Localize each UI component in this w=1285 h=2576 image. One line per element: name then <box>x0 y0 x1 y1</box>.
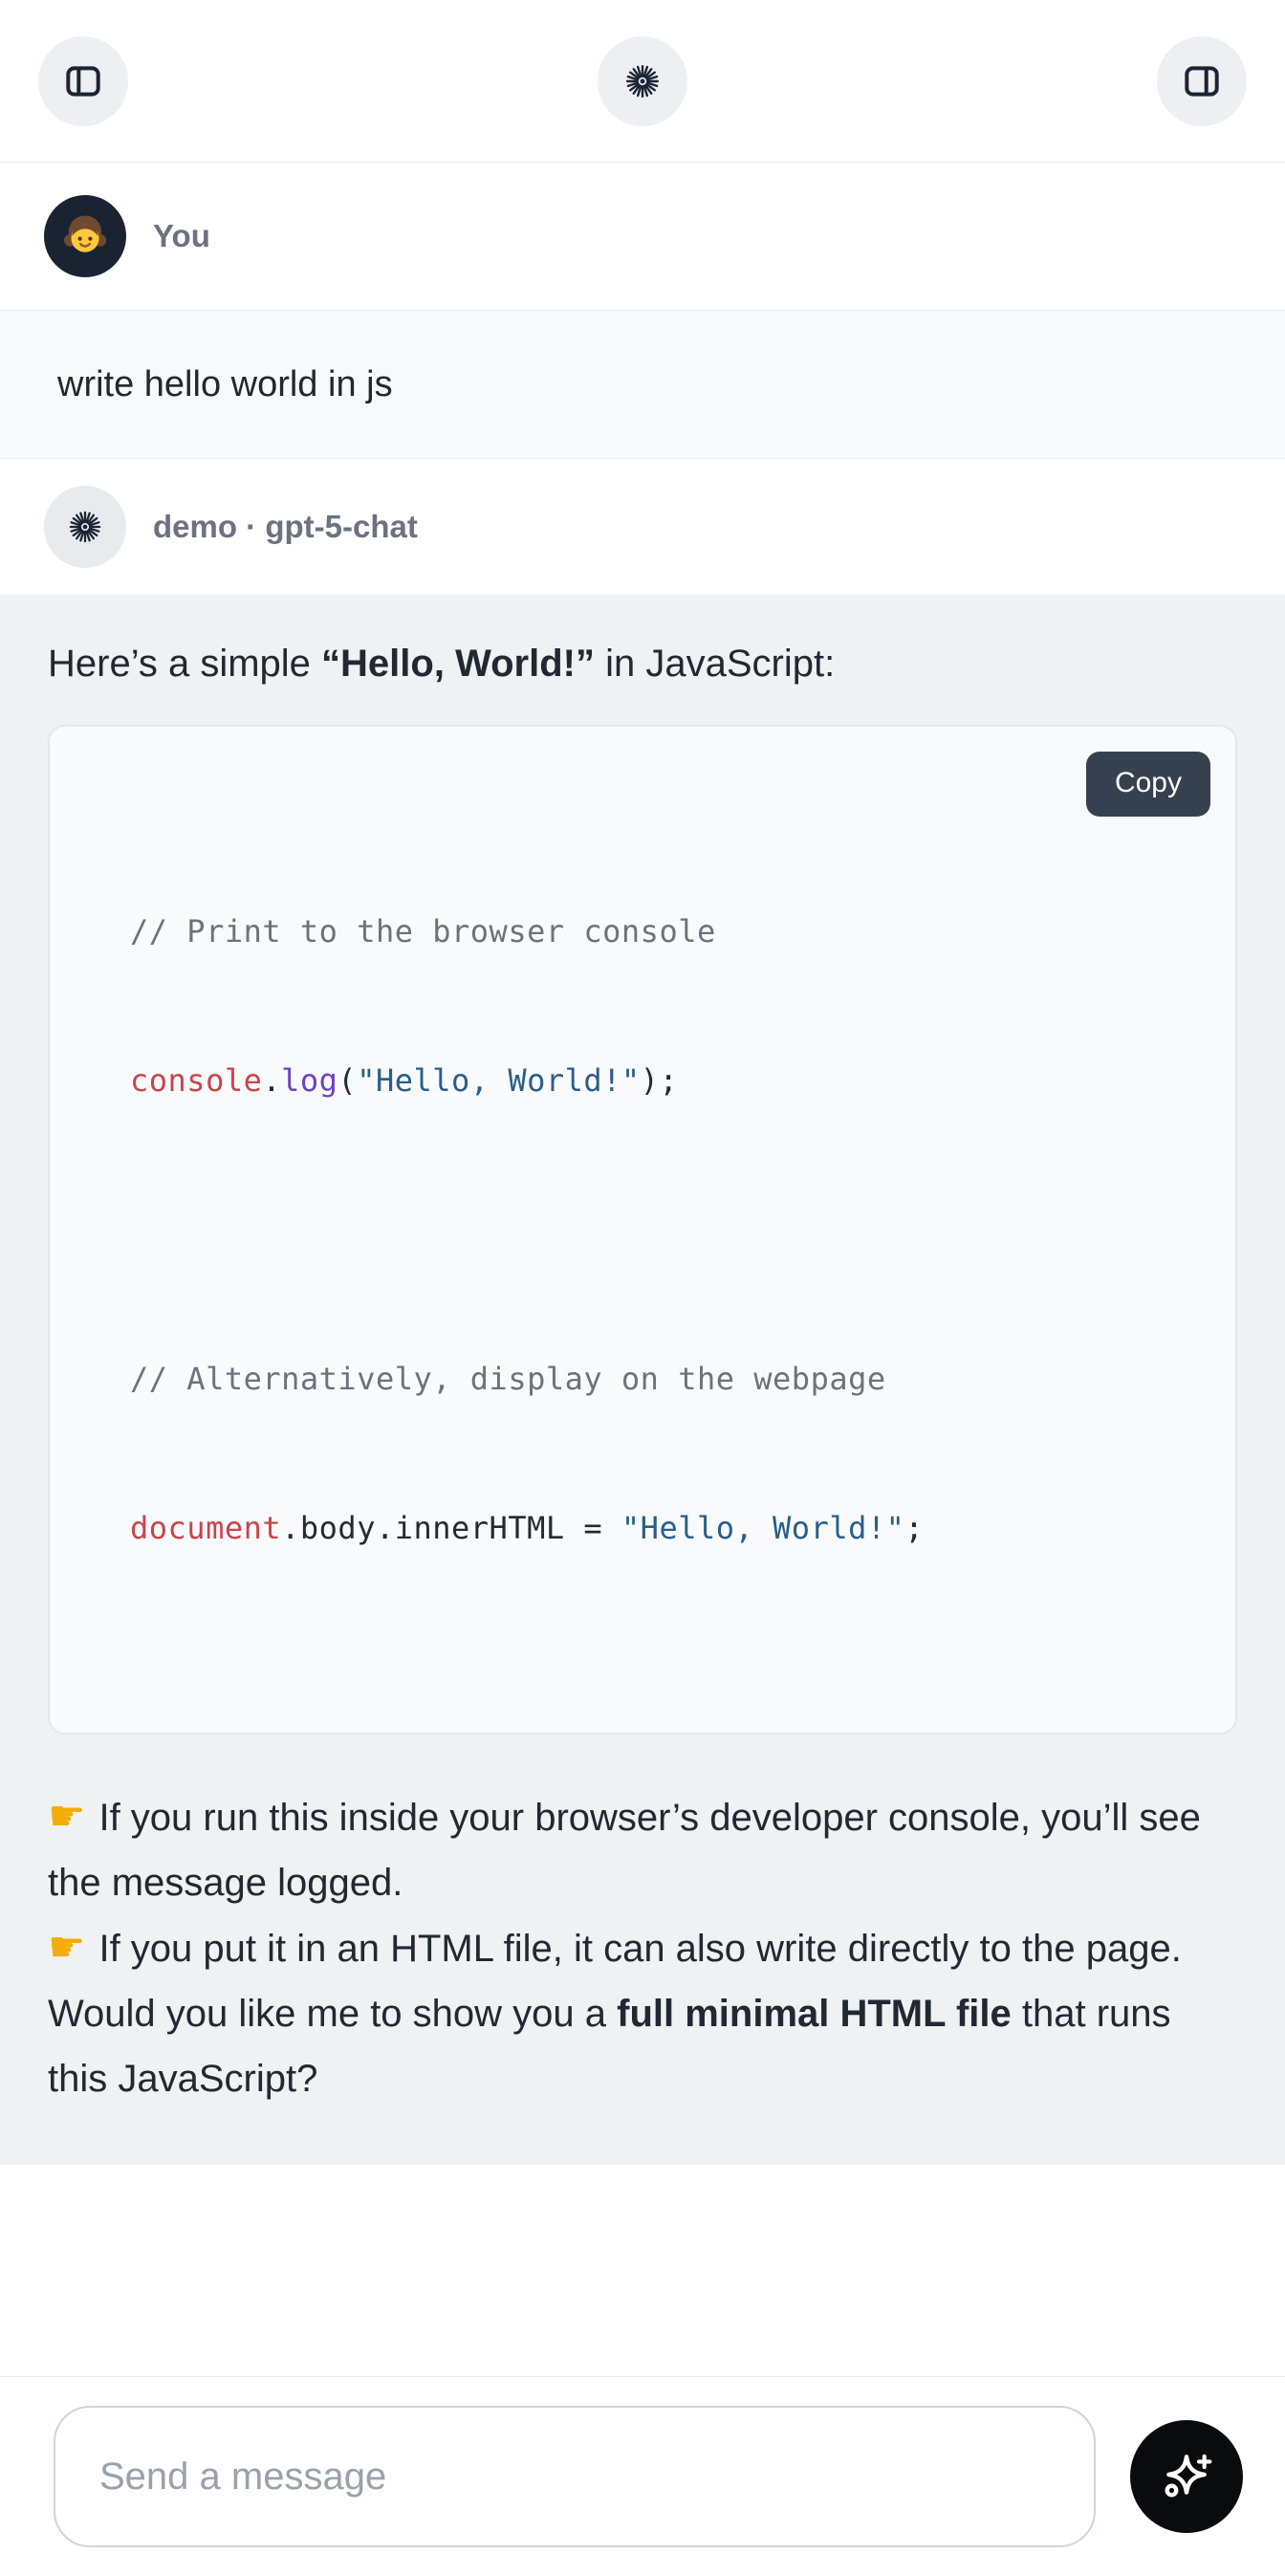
code-token: ; <box>904 1510 924 1546</box>
tip-text: If you run this inside your browser’s de… <box>48 1797 1201 1904</box>
code-token: console <box>130 1062 262 1099</box>
empty-chat-space <box>0 2165 1285 2376</box>
copy-button[interactable]: Copy <box>1086 752 1210 817</box>
panel-left-icon <box>61 59 105 103</box>
code-line: // Alternatively, display on the webpage <box>130 1354 1197 1404</box>
code-line-blank <box>130 1205 1197 1255</box>
code-token: "Hello, World!" <box>621 1510 904 1546</box>
pointing-right-icon: ☛ <box>48 1792 85 1841</box>
user-sender-label: You <box>153 218 210 254</box>
sparkle-icon <box>1159 2449 1214 2504</box>
code-token: ( <box>338 1062 357 1099</box>
code-block: Copy // Print to the browser console con… <box>48 725 1237 1735</box>
code-line: console.log("Hello, World!"); <box>130 1056 1197 1105</box>
intro-bold: “Hello, World!” <box>321 643 595 685</box>
starburst-icon <box>64 506 106 548</box>
assistant-turn-header: demo · gpt-5-chat <box>0 459 1285 595</box>
user-turn-header: You <box>0 163 1285 310</box>
code-token: ); <box>641 1062 679 1099</box>
code-token: .body.innerHTML = <box>281 1510 621 1546</box>
sidebar-left-button[interactable] <box>38 36 128 126</box>
tips-paragraph: ☛If you run this inside your browser’s d… <box>48 1784 1237 1981</box>
user-avatar <box>44 195 126 277</box>
user-message-text: write hello world in js <box>57 364 393 404</box>
closing-prefix: Would you like me to show you a <box>48 1993 617 2035</box>
code-comment: // Alternatively, display on the webpage <box>130 1361 886 1397</box>
send-button[interactable] <box>1130 2420 1243 2533</box>
closing-paragraph: Would you like me to show you a full min… <box>48 1981 1237 2111</box>
person-emoji-icon <box>58 209 112 263</box>
brand-button[interactable] <box>598 36 687 126</box>
composer-bar <box>0 2376 1285 2576</box>
code-content: // Print to the browser console console.… <box>130 807 1197 1652</box>
code-token: "Hello, World!" <box>357 1062 640 1099</box>
starburst-icon <box>621 59 664 103</box>
sidebar-right-button[interactable] <box>1157 36 1247 126</box>
code-token: . <box>262 1062 281 1099</box>
intro-paragraph: Here’s a simple “Hello, World!” in JavaS… <box>48 631 1237 696</box>
intro-prefix: Here’s a simple <box>48 643 321 685</box>
assistant-sender-label: demo · gpt-5-chat <box>153 509 418 545</box>
tip-text: If you put it in an HTML file, it can al… <box>98 1928 1181 1970</box>
pointing-right-icon: ☛ <box>48 1923 85 1972</box>
code-token: log <box>281 1062 338 1099</box>
assistant-avatar <box>44 486 126 568</box>
code-comment: // Print to the browser console <box>130 913 716 950</box>
message-input[interactable] <box>54 2406 1096 2547</box>
closing-bold: full minimal HTML file <box>617 1993 1012 2035</box>
intro-suffix: in JavaScript: <box>595 643 835 685</box>
top-bar <box>0 0 1285 163</box>
assistant-message: Here’s a simple “Hello, World!” in JavaS… <box>0 595 1285 2165</box>
user-message: write hello world in js <box>0 310 1285 459</box>
code-line: document.body.innerHTML = "Hello, World!… <box>130 1503 1197 1553</box>
panel-right-icon <box>1180 59 1224 103</box>
code-token: document <box>130 1510 281 1546</box>
code-line: // Print to the browser console <box>130 906 1197 956</box>
